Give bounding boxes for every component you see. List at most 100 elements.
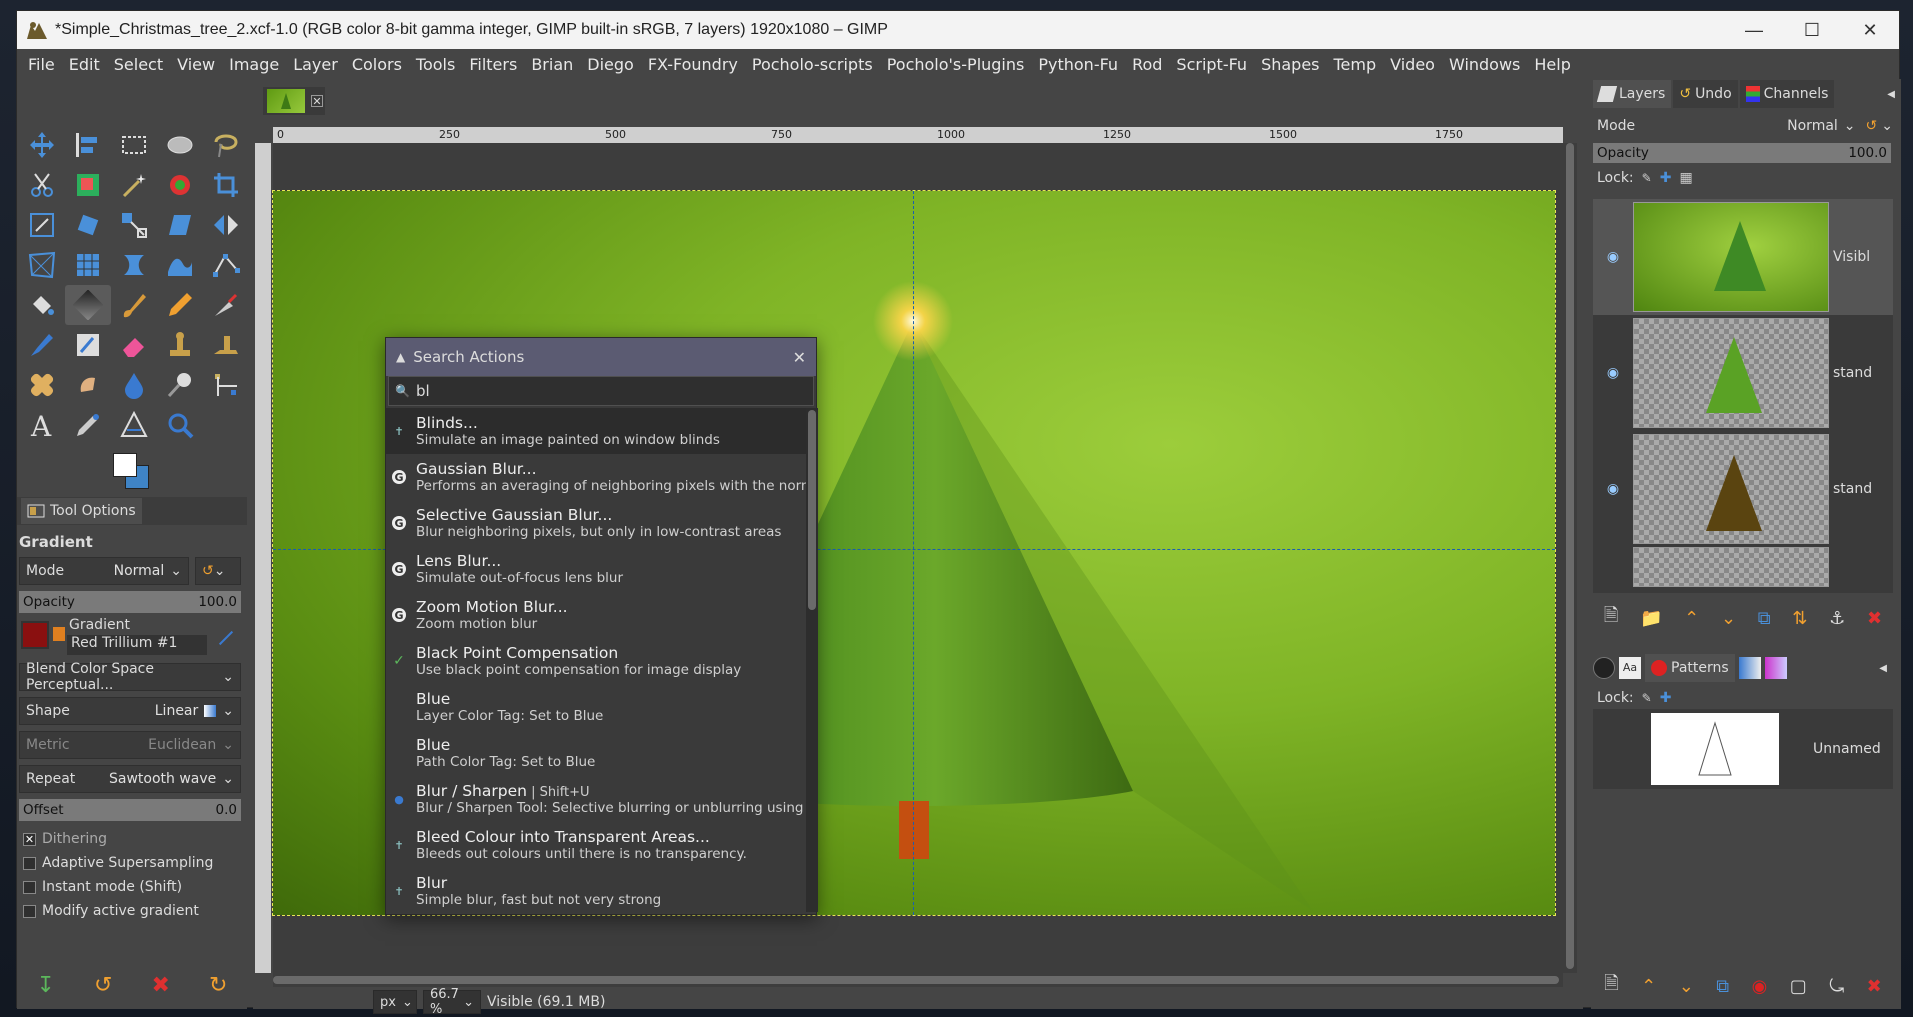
warp-wave-icon[interactable] <box>157 245 203 285</box>
menu-temp[interactable]: Temp <box>1327 55 1384 74</box>
menu-diego[interactable]: Diego <box>580 55 641 74</box>
offset-slider[interactable]: Offset 0.0 <box>19 799 241 821</box>
crop-tool-icon[interactable] <box>203 165 249 205</box>
results-scrollbar-thumb[interactable] <box>808 410 816 610</box>
repeat-combo[interactable]: Repeat Sawtooth wave ⌄ <box>19 765 241 793</box>
pattern-item[interactable]: Unnamed <box>1593 709 1893 789</box>
eye-icon[interactable]: ◉ <box>1593 365 1633 381</box>
opacity-slider[interactable]: Opacity 100.0 <box>19 591 241 613</box>
close-window-icon[interactable]: ✕ <box>1841 11 1899 49</box>
chevron-down-icon[interactable]: ⌄ <box>1881 118 1893 134</box>
result-item[interactable]: ✝ Blur Simple blur, fast but not very str… <box>386 868 806 912</box>
unified-transform-icon[interactable] <box>19 205 65 245</box>
new-layer-group-icon[interactable]: 📁 <box>1640 608 1662 629</box>
path-tool-icon[interactable] <box>203 245 249 285</box>
heal-tool-icon[interactable] <box>19 365 65 405</box>
restore-options-icon[interactable]: ↺ <box>94 973 112 998</box>
result-item[interactable]: ✝ Blinds... Simulate an image painted on … <box>386 408 806 454</box>
close-dialog-icon[interactable]: ✕ <box>793 348 806 367</box>
menu-fx-foundry[interactable]: FX-Foundry <box>641 55 745 74</box>
modify-active-gradient-checkbox[interactable]: Modify active gradient <box>17 899 247 923</box>
fonts-tab-icon[interactable]: Aa <box>1619 657 1641 679</box>
zoom-combo[interactable]: 66.7 % ⌄ <box>423 987 481 1017</box>
menu-help[interactable]: Help <box>1527 55 1577 74</box>
new-layer-icon[interactable]: 🗎 <box>1604 603 1618 633</box>
result-item[interactable]: G Selective Gaussian Blur... Blur neighbo… <box>386 500 806 546</box>
text-tool-icon[interactable]: A <box>19 405 65 445</box>
smudge-tool-icon[interactable] <box>65 365 111 405</box>
duplicate-layer-icon[interactable]: ⧉ <box>1758 608 1771 629</box>
tab-undo[interactable]: ↺ Undo <box>1673 80 1738 108</box>
eye-icon[interactable]: ◉ <box>1593 249 1633 265</box>
rotate-tool-icon[interactable] <box>65 205 111 245</box>
menu-windows[interactable]: Windows <box>1442 55 1527 74</box>
cage-transform-icon[interactable] <box>65 245 111 285</box>
layer-mode-reset-icon[interactable]: ↺ <box>1866 118 1878 134</box>
to-path-icon[interactable]: ◉ <box>1752 976 1768 997</box>
menu-layer[interactable]: Layer <box>286 55 345 74</box>
menu-python-fu[interactable]: Python-Fu <box>1031 55 1125 74</box>
menu-pocholos-plugins[interactable]: Pocholo's-Plugins <box>880 55 1032 74</box>
dodge-burn-icon[interactable] <box>157 365 203 405</box>
gradient-preview[interactable] <box>21 621 49 649</box>
merge-layer-icon[interactable]: ⇅ <box>1792 608 1807 629</box>
menu-colors[interactable]: Colors <box>345 55 409 74</box>
lower-item-icon[interactable]: ⌄ <box>1679 976 1694 997</box>
shape-combo[interactable]: Shape Linear ⌄ <box>19 697 241 725</box>
delete-item-icon[interactable]: ✖ <box>1867 976 1882 997</box>
maximize-icon[interactable]: ☐ <box>1783 11 1841 49</box>
layer-row[interactable]: ◉ Visibl <box>1593 199 1893 315</box>
dock-menu-icon[interactable]: ◀ <box>1887 89 1895 100</box>
instant-mode-checkbox[interactable]: Instant mode (Shift) <box>17 875 247 899</box>
dock-menu-icon[interactable]: ◀ <box>1879 663 1887 674</box>
result-item[interactable]: ✓ Black Point Compensation Use black poin… <box>386 638 806 684</box>
select-by-color-icon[interactable] <box>157 165 203 205</box>
delete-options-icon[interactable]: ✖ <box>152 973 170 998</box>
lock-alpha-icon[interactable]: ▦ <box>1679 170 1692 186</box>
result-item[interactable]: G Zoom Motion Blur... Zoom motion blur <box>386 592 806 638</box>
menu-view[interactable]: View <box>170 55 222 74</box>
tab-layers[interactable]: Layers <box>1593 80 1672 108</box>
menu-shapes[interactable]: Shapes <box>1254 55 1326 74</box>
menu-edit[interactable]: Edit <box>62 55 107 74</box>
search-field[interactable]: 🔍 bl <box>388 376 814 406</box>
metric-combo[interactable]: Metric Euclidean ⌄ <box>19 731 241 759</box>
ink-tool-icon[interactable] <box>19 325 65 365</box>
unit-combo[interactable]: px ⌄ <box>373 990 417 1014</box>
clone-stamp-icon[interactable] <box>157 325 203 365</box>
tab-channels[interactable]: Channels <box>1739 80 1835 108</box>
result-item[interactable]: G Lens Blur... Simulate out-of-focus lens… <box>386 546 806 592</box>
eraser-icon[interactable] <box>111 325 157 365</box>
n-point-deformation-icon[interactable] <box>203 365 249 405</box>
gradient-edit-icon[interactable] <box>53 627 65 641</box>
perspective-clone-icon[interactable] <box>203 325 249 365</box>
brushes-tab-icon[interactable] <box>1593 657 1615 679</box>
eye-icon[interactable]: ◉ <box>1593 481 1633 497</box>
layer-row[interactable]: ◉ stand <box>1593 315 1893 431</box>
anchor-layer-icon[interactable]: ⚓ <box>1829 608 1845 629</box>
menu-pocholo-scripts[interactable]: Pocholo-scripts <box>745 55 880 74</box>
vertical-scrollbar[interactable] <box>1563 143 1577 973</box>
menu-file[interactable]: File <box>21 55 62 74</box>
fuzzy-select-icon[interactable] <box>111 165 157 205</box>
horizontal-scrollbar-thumb[interactable] <box>273 976 1559 984</box>
move-tool-icon[interactable] <box>19 125 65 165</box>
color-picker-icon[interactable] <box>65 405 111 445</box>
lock-pixels-icon[interactable]: ✎ <box>1642 171 1652 185</box>
shear-tool-icon[interactable] <box>157 205 203 245</box>
tool-options-tab[interactable]: Tool Options <box>21 498 142 524</box>
image-tab[interactable]: ✕ <box>263 87 325 115</box>
result-item[interactable]: ● Blur / Sharpen | Shift+U Blur / Sharpen… <box>386 776 806 822</box>
selection-icon[interactable]: ▢ <box>1790 976 1807 997</box>
adaptive-supersampling-checkbox[interactable]: Adaptive Supersampling <box>17 851 247 875</box>
result-item[interactable]: Blue Path Color Tag: Set to Blue <box>386 730 806 776</box>
menu-script-fu[interactable]: Script-Fu <box>1169 55 1254 74</box>
layer-mode-value[interactable]: Normal <box>1787 118 1838 134</box>
layer-opacity-slider[interactable]: Opacity 100.0 <box>1593 143 1891 163</box>
tab-patterns[interactable]: Patterns <box>1645 654 1735 682</box>
vertical-scrollbar-thumb[interactable] <box>1566 143 1574 969</box>
menu-tools[interactable]: Tools <box>409 55 462 74</box>
gradient-tool-icon[interactable] <box>65 285 111 325</box>
gradients-tab-icon[interactable] <box>1738 657 1761 679</box>
pencil-icon[interactable] <box>157 285 203 325</box>
